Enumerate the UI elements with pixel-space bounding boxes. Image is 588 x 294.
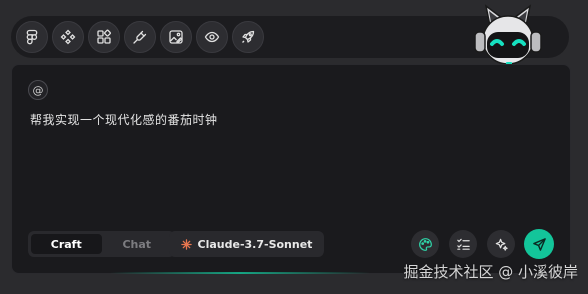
model-label: Claude-3.7-Sonnet	[197, 237, 313, 251]
preview-button[interactable]	[196, 21, 228, 53]
rocket-icon	[242, 30, 255, 43]
deploy-button[interactable]	[232, 21, 264, 53]
apps-button[interactable]	[88, 21, 120, 53]
checklist-icon	[456, 238, 470, 250]
send-button[interactable]	[524, 229, 554, 259]
component-button[interactable]	[52, 21, 84, 53]
claude-sparkle-icon	[180, 238, 192, 250]
apps-grid-icon	[97, 29, 111, 44]
plugin-button[interactable]	[124, 21, 156, 53]
mention-button[interactable]: @	[28, 80, 48, 100]
image-edit-icon	[169, 30, 183, 44]
accent-glow-line	[110, 272, 370, 274]
figma-button[interactable]	[16, 21, 48, 53]
palette-icon	[418, 237, 432, 251]
eye-icon	[204, 31, 220, 43]
prompt-input[interactable]: 帮我实现一个现代化感的番茄时钟	[30, 111, 218, 128]
mode-toggle: Craft Chat	[28, 231, 175, 257]
checklist-button[interactable]	[449, 230, 477, 258]
image-button[interactable]	[160, 21, 192, 53]
chat-composer: @ 帮我实现一个现代化感的番茄时钟 Craft Chat Claude-3.7-…	[11, 64, 571, 274]
plug-icon	[133, 30, 147, 44]
send-icon	[532, 237, 546, 251]
magic-sparkles-icon	[495, 238, 508, 251]
model-selector[interactable]: Claude-3.7-Sonnet	[169, 231, 324, 257]
enhance-button[interactable]	[487, 230, 515, 258]
watermark: 掘金技术社区 @ 小溪彼岸	[403, 263, 578, 281]
mode-chat[interactable]: Chat	[102, 234, 173, 254]
theme-button[interactable]	[411, 230, 439, 258]
component-icon	[60, 29, 76, 45]
robot-cat-mascot	[474, 4, 542, 68]
mode-craft[interactable]: Craft	[31, 234, 102, 254]
figma-icon	[26, 29, 38, 45]
